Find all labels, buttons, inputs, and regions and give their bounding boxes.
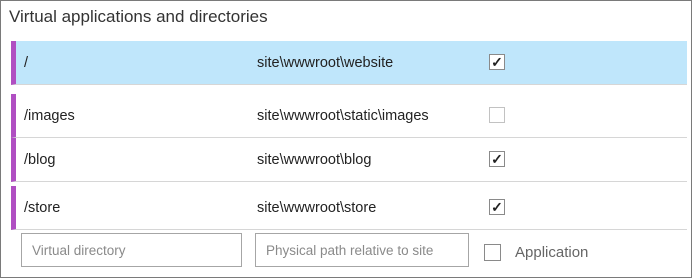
application-checkbox[interactable]: ✓ (489, 54, 505, 70)
application-checkbox[interactable]: ✓ (489, 151, 505, 167)
table-row[interactable]: / site\wwwroot\website ✓ (11, 41, 687, 85)
physical-path[interactable]: site\wwwroot\blog (257, 138, 371, 182)
physical-path-input[interactable] (255, 233, 469, 267)
virtual-path[interactable]: / (24, 41, 28, 85)
physical-path[interactable]: site\wwwroot\static\images (257, 94, 429, 138)
physical-path[interactable]: site\wwwroot\store (257, 186, 376, 230)
application-checkbox[interactable] (489, 107, 505, 123)
virtual-apps-panel: Virtual applications and directories / s… (0, 0, 692, 278)
virtual-path[interactable]: /blog (24, 138, 55, 182)
panel-title: Virtual applications and directories (9, 7, 268, 26)
virtual-path[interactable]: /store (24, 186, 60, 230)
virtual-directory-input[interactable] (21, 233, 242, 267)
application-checkbox[interactable]: ✓ (489, 199, 505, 215)
new-application-checkbox[interactable] (484, 244, 501, 261)
application-label: Application (515, 244, 589, 261)
virtual-path[interactable]: /images (24, 94, 75, 138)
table-row[interactable]: /store site\wwwroot\store ✓ (11, 186, 687, 230)
physical-path[interactable]: site\wwwroot\website (257, 41, 393, 85)
table-row[interactable]: /images site\wwwroot\static\images (11, 94, 687, 138)
table-row[interactable]: /blog site\wwwroot\blog ✓ (11, 138, 687, 182)
